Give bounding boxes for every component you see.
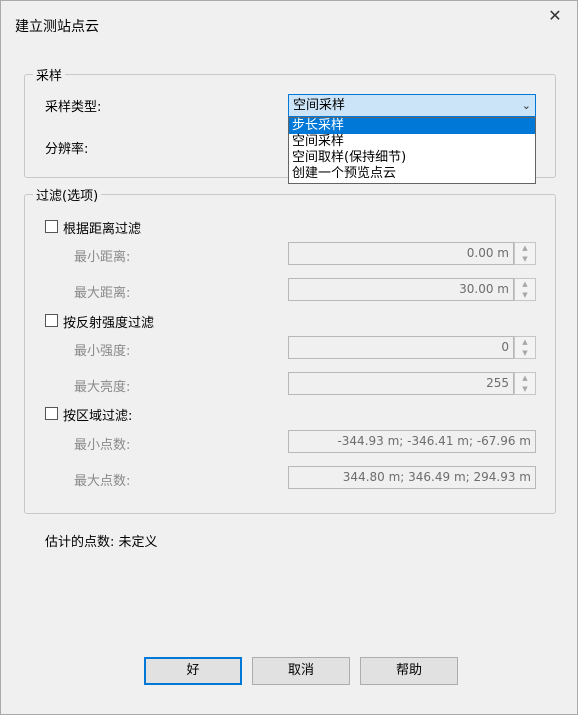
spin-down-icon[interactable]: ▼ xyxy=(515,348,535,358)
min-distance-field[interactable]: 0.00 m xyxy=(288,242,514,265)
max-points-field[interactable]: 344.80 m; 346.49 m; 294.93 m xyxy=(288,466,536,489)
min-points-field[interactable]: -344.93 m; -346.41 m; -67.96 m xyxy=(288,430,536,453)
spin-up-icon[interactable]: ▲ xyxy=(515,373,535,383)
dropdown-option-preview[interactable]: 创建一个预览点云 xyxy=(289,166,535,182)
sampling-type-dropdown: 步长采样 空间采样 空间取样(保持细节) 创建一个预览点云 xyxy=(288,117,536,184)
region-filter-label: 按区域过滤: xyxy=(63,409,133,424)
distance-filter-checkbox[interactable] xyxy=(45,220,58,233)
chevron-down-icon[interactable]: ⌄ xyxy=(522,95,531,116)
cancel-button[interactable]: 取消 xyxy=(252,657,350,685)
max-distance-field[interactable]: 30.00 m xyxy=(288,278,514,301)
sampling-group-legend: 采样 xyxy=(33,65,66,84)
intensity-filter-checkbox[interactable] xyxy=(45,314,58,327)
max-intensity-label: 最大亮度: xyxy=(74,380,131,395)
max-points-label: 最大点数: xyxy=(74,474,131,489)
spin-up-icon[interactable]: ▲ xyxy=(515,243,535,253)
estimated-points-text: 估计的点数: 未定义 xyxy=(45,535,158,550)
close-icon[interactable]: ✕ xyxy=(547,7,563,25)
max-distance-label: 最大距离: xyxy=(74,286,131,301)
spin-down-icon[interactable]: ▼ xyxy=(515,254,535,264)
spin-up-icon[interactable]: ▲ xyxy=(515,279,535,289)
sampling-type-label: 采样类型: xyxy=(45,100,102,115)
min-points-label: 最小点数: xyxy=(74,438,131,453)
filter-group-legend: 过滤(选项) xyxy=(33,185,102,204)
region-filter-checkbox[interactable] xyxy=(45,407,58,420)
min-distance-label: 最小距离: xyxy=(74,250,131,265)
help-button[interactable]: 帮助 xyxy=(360,657,458,685)
min-intensity-spinner[interactable]: ▲ ▼ xyxy=(514,336,536,359)
dialog-window: 建立测站点云 ✕ 采样 采样类型: 空间采样 ⌄ 步长采样 空间采样 空间取样(… xyxy=(0,0,578,715)
max-distance-spinner[interactable]: ▲ ▼ xyxy=(514,278,536,301)
max-intensity-field[interactable]: 255 xyxy=(288,372,514,395)
ok-button[interactable]: 好 xyxy=(144,657,242,685)
resolution-label: 分辨率: xyxy=(45,142,89,157)
sampling-type-value: 空间采样 xyxy=(293,98,346,113)
dialog-title: 建立测站点云 xyxy=(15,19,99,35)
sampling-type-select[interactable]: 空间采样 ⌄ xyxy=(288,94,536,117)
dropdown-option-spatial[interactable]: 空间采样 xyxy=(289,134,535,150)
min-intensity-label: 最小强度: xyxy=(74,344,131,359)
spin-down-icon[interactable]: ▼ xyxy=(515,290,535,300)
distance-filter-label: 根据距离过滤 xyxy=(63,222,142,237)
min-intensity-field[interactable]: 0 xyxy=(288,336,514,359)
max-intensity-spinner[interactable]: ▲ ▼ xyxy=(514,372,536,395)
spin-up-icon[interactable]: ▲ xyxy=(515,337,535,347)
dropdown-option-step[interactable]: 步长采样 xyxy=(289,118,535,134)
min-distance-spinner[interactable]: ▲ ▼ xyxy=(514,242,536,265)
intensity-filter-label: 按反射强度过滤 xyxy=(63,316,155,331)
spin-down-icon[interactable]: ▼ xyxy=(515,384,535,394)
dropdown-option-spatial-detail[interactable]: 空间取样(保持细节) xyxy=(289,150,535,166)
